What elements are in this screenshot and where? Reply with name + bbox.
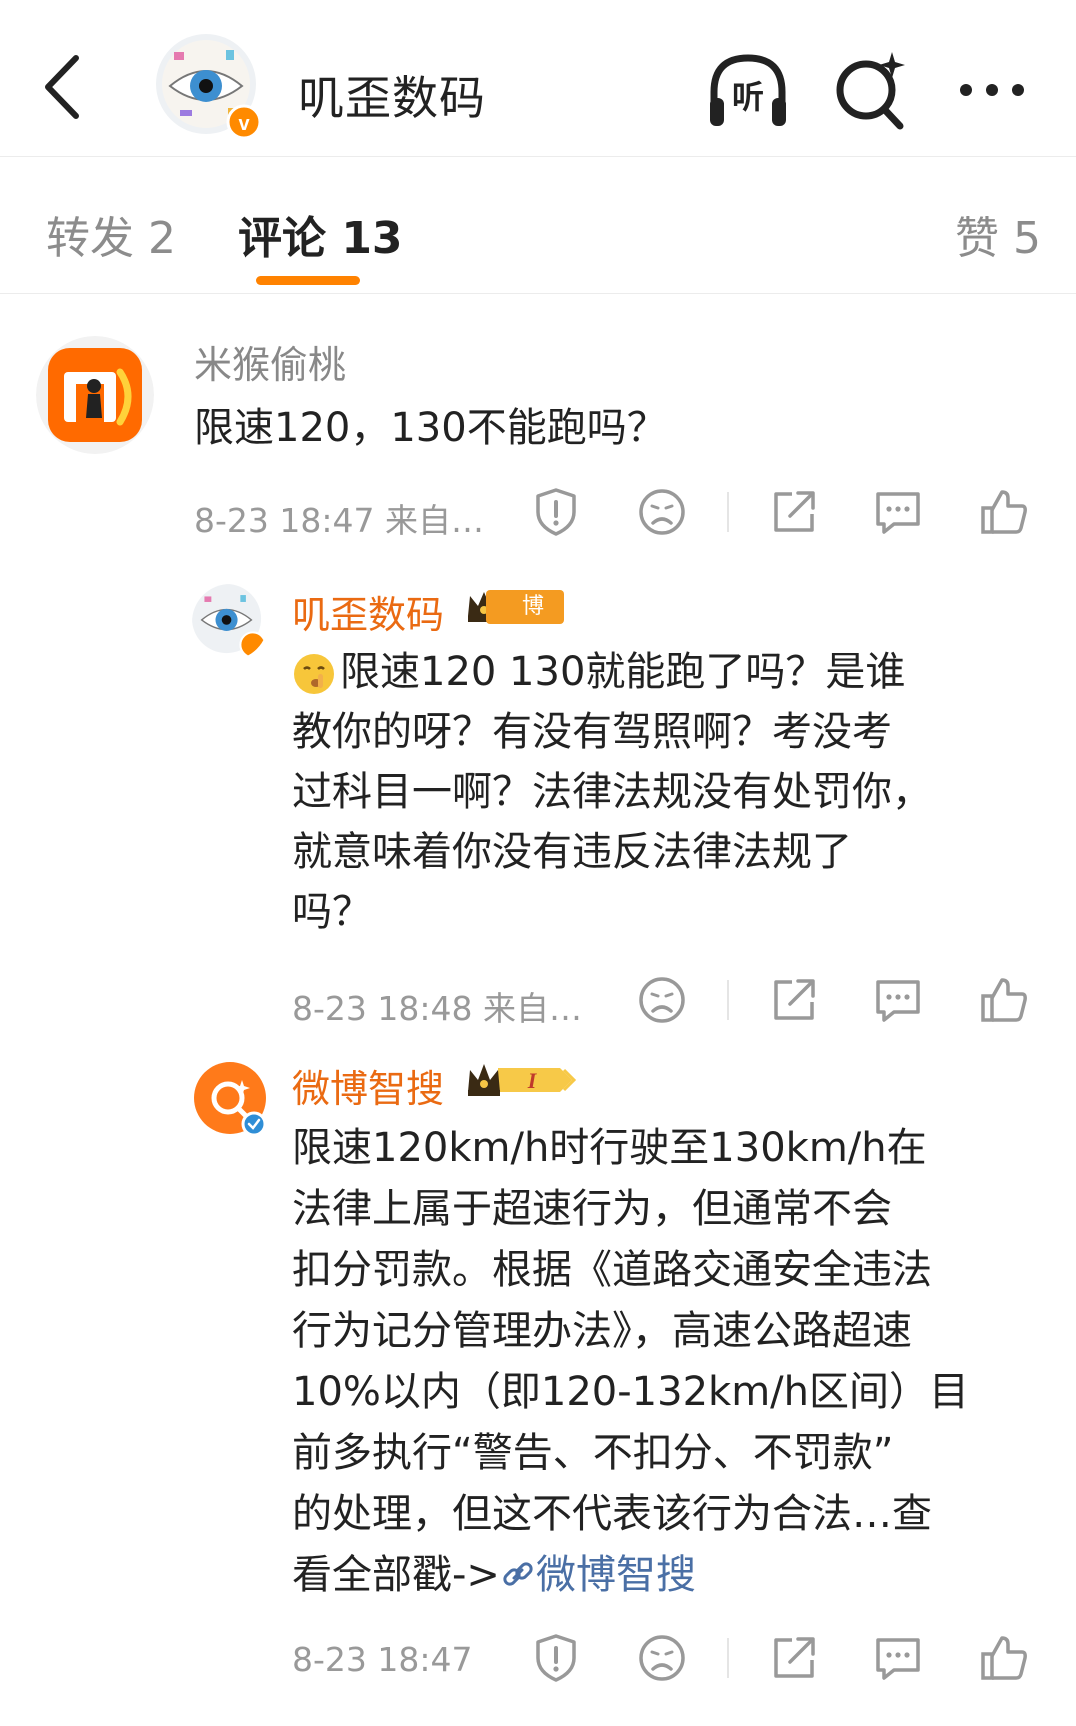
reply-text-line: 就意味着你没有违反法律法规了 <box>292 829 852 875</box>
headphones-icon: 听 <box>710 54 786 126</box>
reply-author[interactable]: 叽歪数码 <box>292 584 444 639</box>
smart-text-line: 前多执行“警告、不扣分、不罚款” <box>292 1430 894 1476</box>
top-bar: v 叽歪数码 听 <box>0 0 1076 157</box>
smart-search-link-text: 微博智搜 <box>535 1552 696 1598</box>
like-button[interactable] <box>978 1632 1030 1688</box>
report-button[interactable] <box>530 486 582 542</box>
more-dots-icon <box>960 84 1024 96</box>
sad-face-icon <box>639 1635 685 1681</box>
smart-text-line: 行为记分管理办法》，高速公路超速 <box>292 1308 912 1354</box>
level-label: I <box>527 1068 538 1093</box>
reply-text-line: 吗？ <box>292 889 372 935</box>
link-icon <box>503 1562 533 1586</box>
dislike-button[interactable] <box>636 974 688 1030</box>
dislike-button[interactable] <box>636 1632 688 1688</box>
thumbs-up-icon <box>981 978 1027 1022</box>
listen-button[interactable]: 听 <box>704 46 792 134</box>
share-button[interactable] <box>768 1632 820 1688</box>
dislike-button[interactable] <box>636 486 688 542</box>
share-button[interactable] <box>768 974 820 1030</box>
hush-emoji-icon <box>294 654 334 694</box>
search-button[interactable] <box>826 46 914 134</box>
page-title: 叽歪数码 <box>298 71 486 125</box>
like-button[interactable] <box>978 486 1030 542</box>
share-button[interactable] <box>768 486 820 542</box>
tab-likes[interactable]: 赞 5 <box>955 202 1041 266</box>
thumbs-up-icon <box>981 490 1027 534</box>
member-badge: I <box>464 1060 584 1100</box>
svg-text:v: v <box>238 113 250 135</box>
reply-button[interactable] <box>872 486 924 542</box>
smart-meta: 8-23 18:47 <box>292 1640 473 1679</box>
shield-exclaim-icon <box>536 488 576 536</box>
search-spark-icon <box>836 52 905 130</box>
reply-meta: 8-23 18:48 来自… <box>292 989 582 1028</box>
comment-bubble-icon <box>876 492 920 534</box>
smart-text-prefix: 看全部戳-> <box>292 1552 500 1598</box>
smart-text-line: 法律上属于超速行为，但通常不会 <box>292 1186 892 1232</box>
smart-search-logo-icon <box>194 1062 267 1137</box>
blogger-badge: 博主 <box>464 588 564 653</box>
eye-avatar-icon: v <box>156 34 262 140</box>
report-button[interactable] <box>530 1632 582 1688</box>
active-tab-indicator <box>256 276 360 285</box>
action-separator <box>727 980 729 1020</box>
crown-level-icon: I <box>468 1064 577 1096</box>
comment-text: 限速120，130不能跑吗？ <box>194 405 667 451</box>
monkey-logo-icon <box>36 336 154 454</box>
blogger-avatar[interactable]: v <box>156 34 266 144</box>
thumbs-up-icon <box>981 1636 1027 1680</box>
more-button[interactable] <box>948 46 1036 134</box>
listen-label: 听 <box>732 78 764 116</box>
action-separator <box>727 1638 729 1678</box>
eye-avatar-icon <box>192 584 267 659</box>
comment-bubble-icon <box>876 980 920 1022</box>
smart-text-line: 10%以内（即120-132km/h区间）目 <box>292 1369 969 1415</box>
sad-face-icon <box>639 489 685 535</box>
smart-text-line: 扣分罚款。根据《道路交通安全违法 <box>292 1247 932 1293</box>
reply-avatar[interactable] <box>192 584 268 660</box>
smart-text-line: 限速120km/h时行驶至130km/h在 <box>292 1125 927 1171</box>
smart-search-link[interactable]: 微博智搜 <box>500 1552 696 1598</box>
smart-search-author[interactable]: 微博智搜 <box>292 1058 444 1113</box>
reply-button[interactable] <box>872 1632 924 1688</box>
smart-text-line: 的处理，但这不代表该行为合法…查 <box>292 1491 932 1537</box>
reply-button[interactable] <box>872 974 924 1030</box>
back-icon[interactable] <box>40 52 84 122</box>
share-icon <box>774 979 815 1020</box>
badge-label: 博主 <box>486 590 564 653</box>
reply-text-line: 过科目一啊？法律法规没有处罚你， <box>292 769 932 815</box>
tab-comments[interactable]: 评论 13 <box>238 202 403 266</box>
reply-text-line: 教你的呀？有没有驾照啊？考没考 <box>292 709 892 755</box>
reply-text-line: 限速120 130就能跑了吗？是谁 <box>340 649 906 695</box>
sad-face-icon <box>639 977 685 1023</box>
commenter-avatar[interactable] <box>36 336 154 454</box>
comment-meta: 8-23 18:47 来自… <box>194 501 484 540</box>
comment-author[interactable]: 米猴偷桃 <box>194 334 346 389</box>
comment-bubble-icon <box>876 1638 920 1680</box>
smart-search-avatar[interactable] <box>192 1060 268 1137</box>
shield-exclaim-icon <box>536 1634 576 1682</box>
tab-reposts[interactable]: 转发 2 <box>46 202 176 266</box>
smart-text-last-line: 看全部戳-> 微博智搜 <box>292 1545 696 1605</box>
share-icon <box>774 1637 815 1678</box>
like-button[interactable] <box>978 974 1030 1030</box>
action-separator <box>727 492 729 532</box>
share-icon <box>774 491 815 532</box>
